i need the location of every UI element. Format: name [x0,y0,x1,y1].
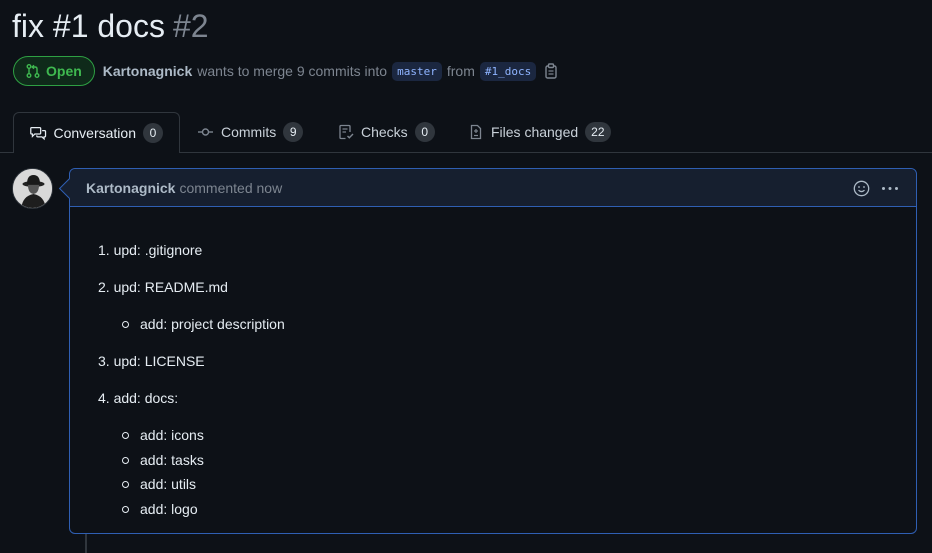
list-text: upd: README.md [113,279,228,295]
comment-discussion-icon [30,127,47,141]
list-item: 4. add: docs: [98,390,178,406]
pr-title-row: fix #1 docs #2 [12,8,209,50]
merge-summary: Kartonagnick wants to merge 9 commits in… [103,61,558,81]
bullet [122,456,129,464]
git-pull-request-icon [26,64,40,78]
file-diff-icon [470,124,482,140]
sub-list-item: add: logo [122,501,198,517]
git-commit-icon [198,128,213,136]
avatar[interactable] [12,168,53,209]
tab-checks-label: Checks [361,124,408,140]
list-item: 1. upd: .gitignore [98,242,202,258]
sub-list-text: add: utils [140,476,197,492]
from-text: from [446,63,475,79]
merge-text: wants to merge 9 commits into [197,63,388,79]
pr-meta-row: Open Kartonagnick wants to merge 9 commi… [13,55,558,87]
tab-conversation[interactable]: Conversation 0 [13,112,180,153]
tab-files-changed-label: Files changed [491,124,579,140]
tab-commits-count: 9 [283,122,304,142]
checklist-icon [339,124,354,140]
sub-list-text: add: project description [140,316,285,332]
avatar-image [13,169,52,208]
kebab-horizontal-icon[interactable] [880,180,900,197]
pr-title: fix #1 docs [12,8,165,44]
base-branch[interactable]: master [392,61,442,81]
comment-action[interactable]: commented now [179,180,282,196]
tab-files-changed-count: 22 [585,122,611,142]
tab-files-changed[interactable]: Files changed 22 [452,112,627,152]
sub-list-item: add: project description [122,316,285,332]
tab-checks-count: 0 [414,122,435,142]
timeline-line [85,534,87,553]
bullet [122,480,129,488]
list-item: 2. upd: README.md [98,279,228,295]
comment-header: Kartonagnick commented now [70,169,916,207]
list-item: 3. upd: LICENSE [98,353,205,369]
list-number: 3. [98,353,110,369]
comment-actions [853,169,900,207]
comment-author[interactable]: Kartonagnick [86,180,175,196]
sub-list-item: add: icons [122,427,204,443]
tab-checks[interactable]: Checks 0 [322,112,451,152]
bullet [122,431,129,439]
list-number: 2. [98,279,110,295]
head-branch[interactable]: #1_docs [479,61,537,81]
state-label: Open [46,63,82,79]
smiley-icon[interactable] [853,180,870,197]
sub-list-text: add: tasks [140,452,204,468]
pr-author-link[interactable]: Kartonagnick [103,63,192,79]
state-badge: Open [13,56,95,86]
bullet [122,320,129,328]
pr-tabs: Conversation 0 Commits 9 Checks 0 Files … [0,112,932,153]
comment-box: Kartonagnick commented now 1. upd: .giti… [58,168,917,534]
list-text: upd: LICENSE [113,353,205,369]
list-number: 4. [98,390,110,406]
tab-conversation-count: 0 [143,123,163,143]
list-text: add: docs: [113,390,179,406]
tab-commits[interactable]: Commits 9 [181,112,319,152]
tab-conversation-label: Conversation [53,125,137,141]
sub-list-text: add: logo [140,501,198,517]
tab-commits-label: Commits [221,124,277,140]
sub-list-item: add: tasks [122,452,204,468]
sub-list-item: add: utils [122,476,196,492]
sub-list-text: add: icons [140,427,204,443]
bullet [122,505,129,513]
list-text: upd: .gitignore [113,242,203,258]
copy-icon[interactable] [544,63,558,79]
pr-number: #2 [172,8,209,44]
list-number: 1. [98,242,110,258]
